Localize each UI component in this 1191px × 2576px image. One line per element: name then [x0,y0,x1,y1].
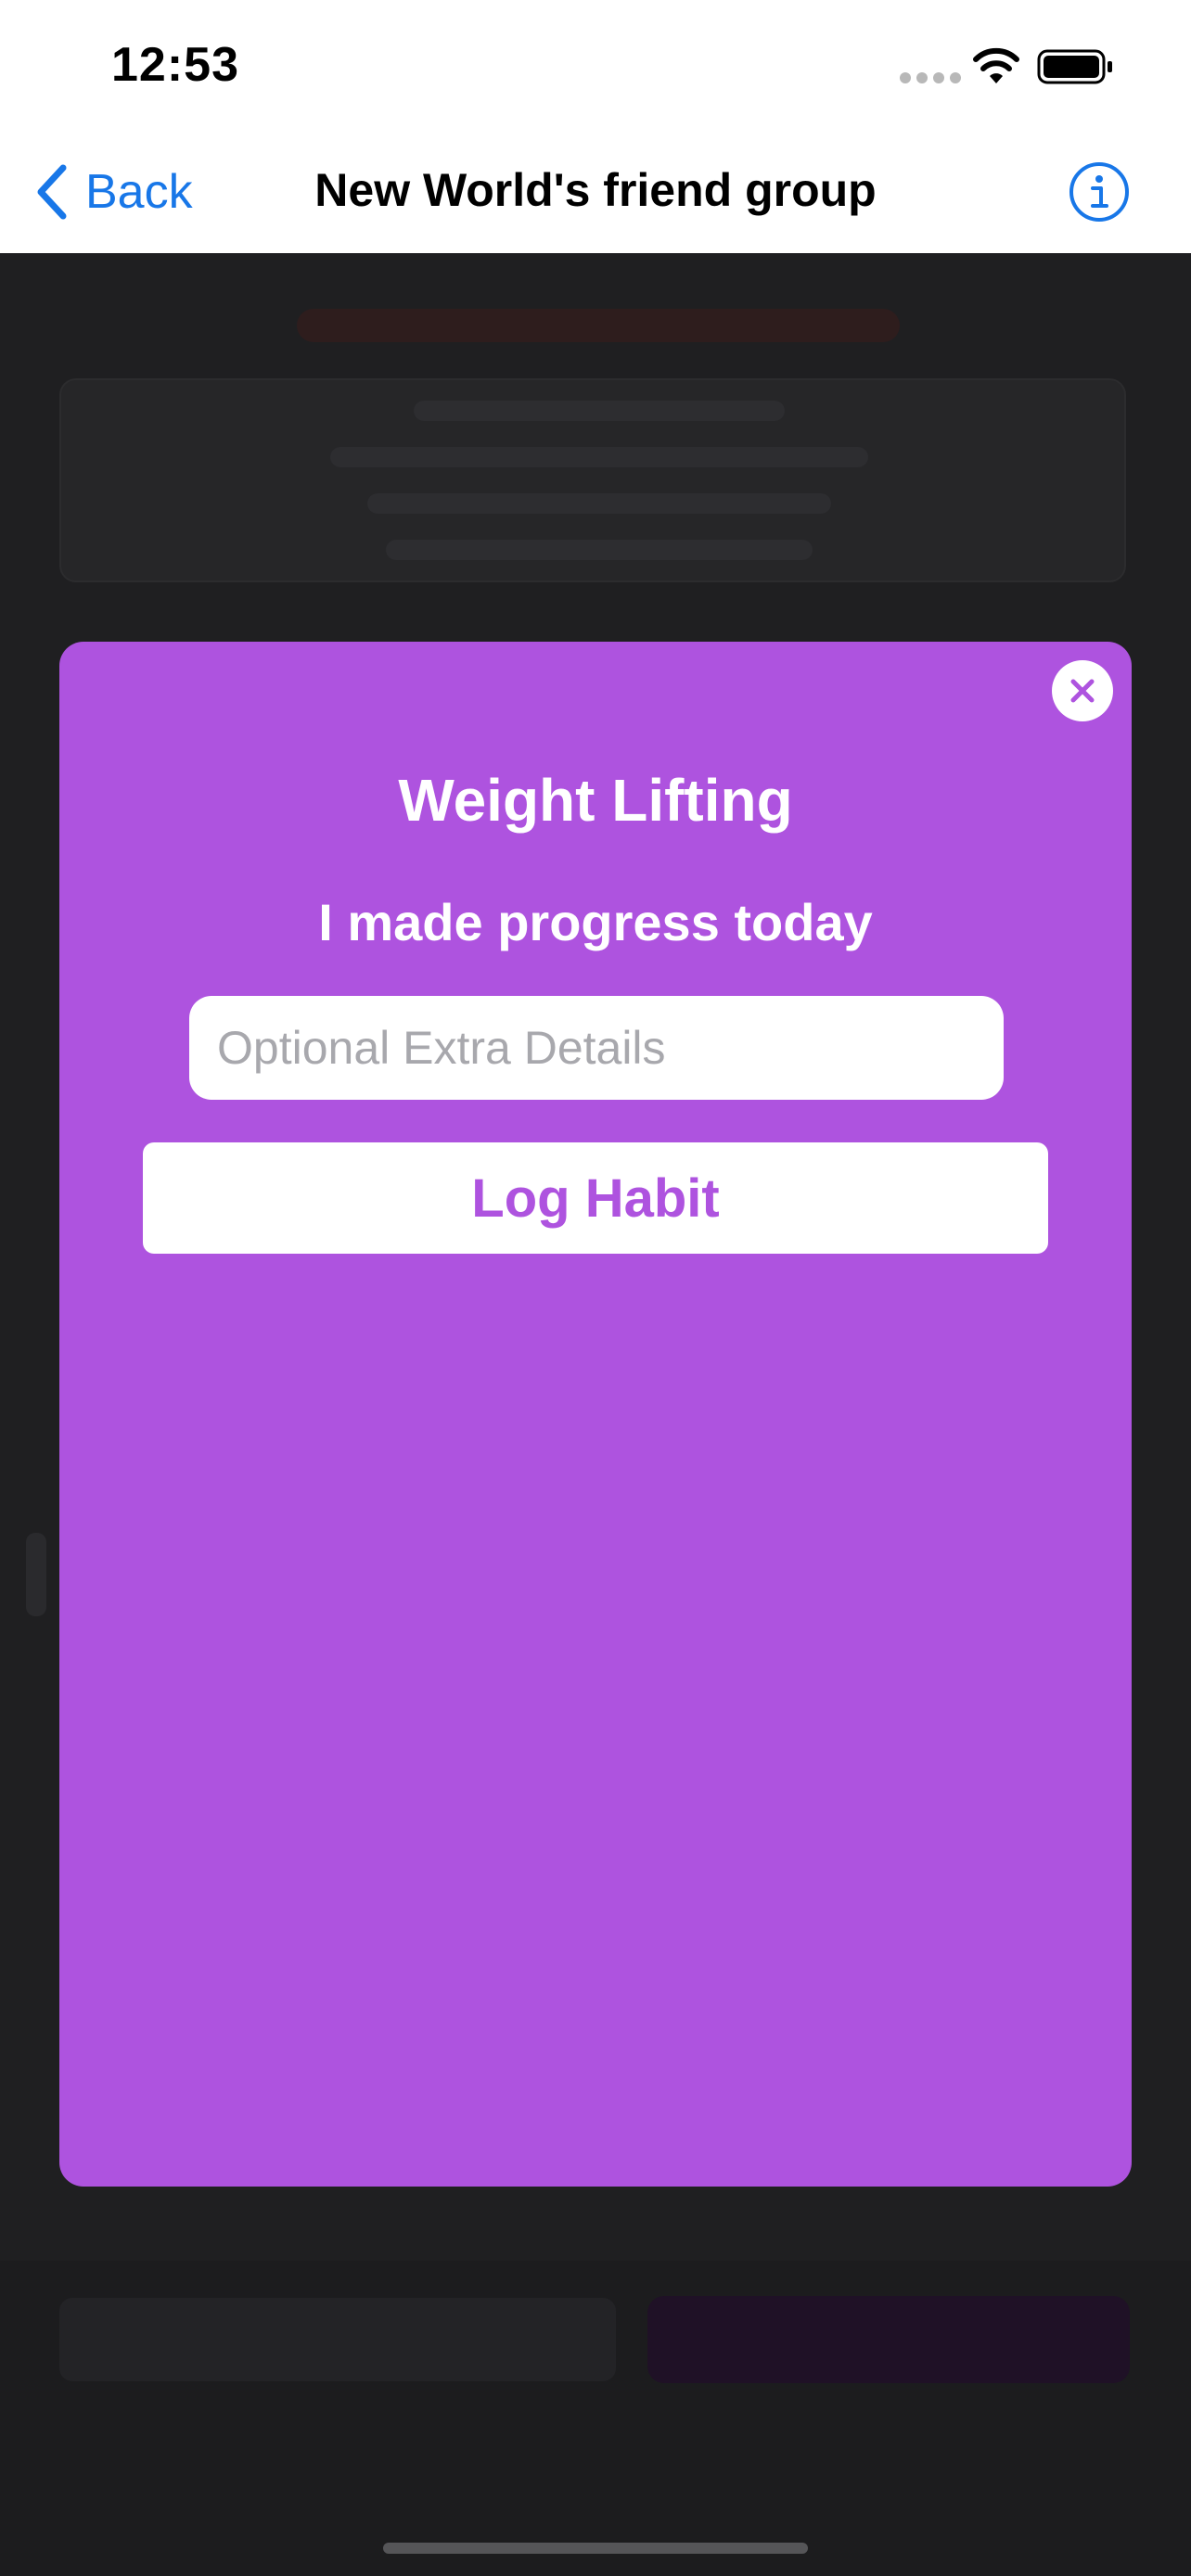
info-icon[interactable] [1069,161,1130,223]
log-habit-modal: Weight Lifting I made progress today Log… [59,642,1132,2187]
signal-icon [900,72,961,83]
nav-bar: Back New World's friend group [0,130,1191,253]
home-indicator[interactable] [383,2543,808,2554]
close-icon [1070,679,1095,703]
habit-title: Weight Lifting [398,767,793,834]
close-button[interactable] [1052,660,1113,721]
background-heading [297,309,900,342]
page-title: New World's friend group [314,164,877,216]
background-button [647,2296,1130,2383]
status-time: 12:53 [111,38,239,92]
status-bar: 12:53 [0,0,1191,130]
log-habit-button[interactable]: Log Habit [143,1142,1048,1254]
wifi-icon [973,47,1019,83]
details-input[interactable] [189,996,1004,1100]
screen: 12:53 Back New World's friend group Weig… [0,0,1191,2576]
background-chip [26,1533,46,1616]
battery-icon [1037,49,1112,84]
bottom-bar [0,2261,1191,2576]
habit-subtitle: I made progress today [318,893,873,951]
background-input [59,2298,616,2381]
background-card [59,378,1126,582]
